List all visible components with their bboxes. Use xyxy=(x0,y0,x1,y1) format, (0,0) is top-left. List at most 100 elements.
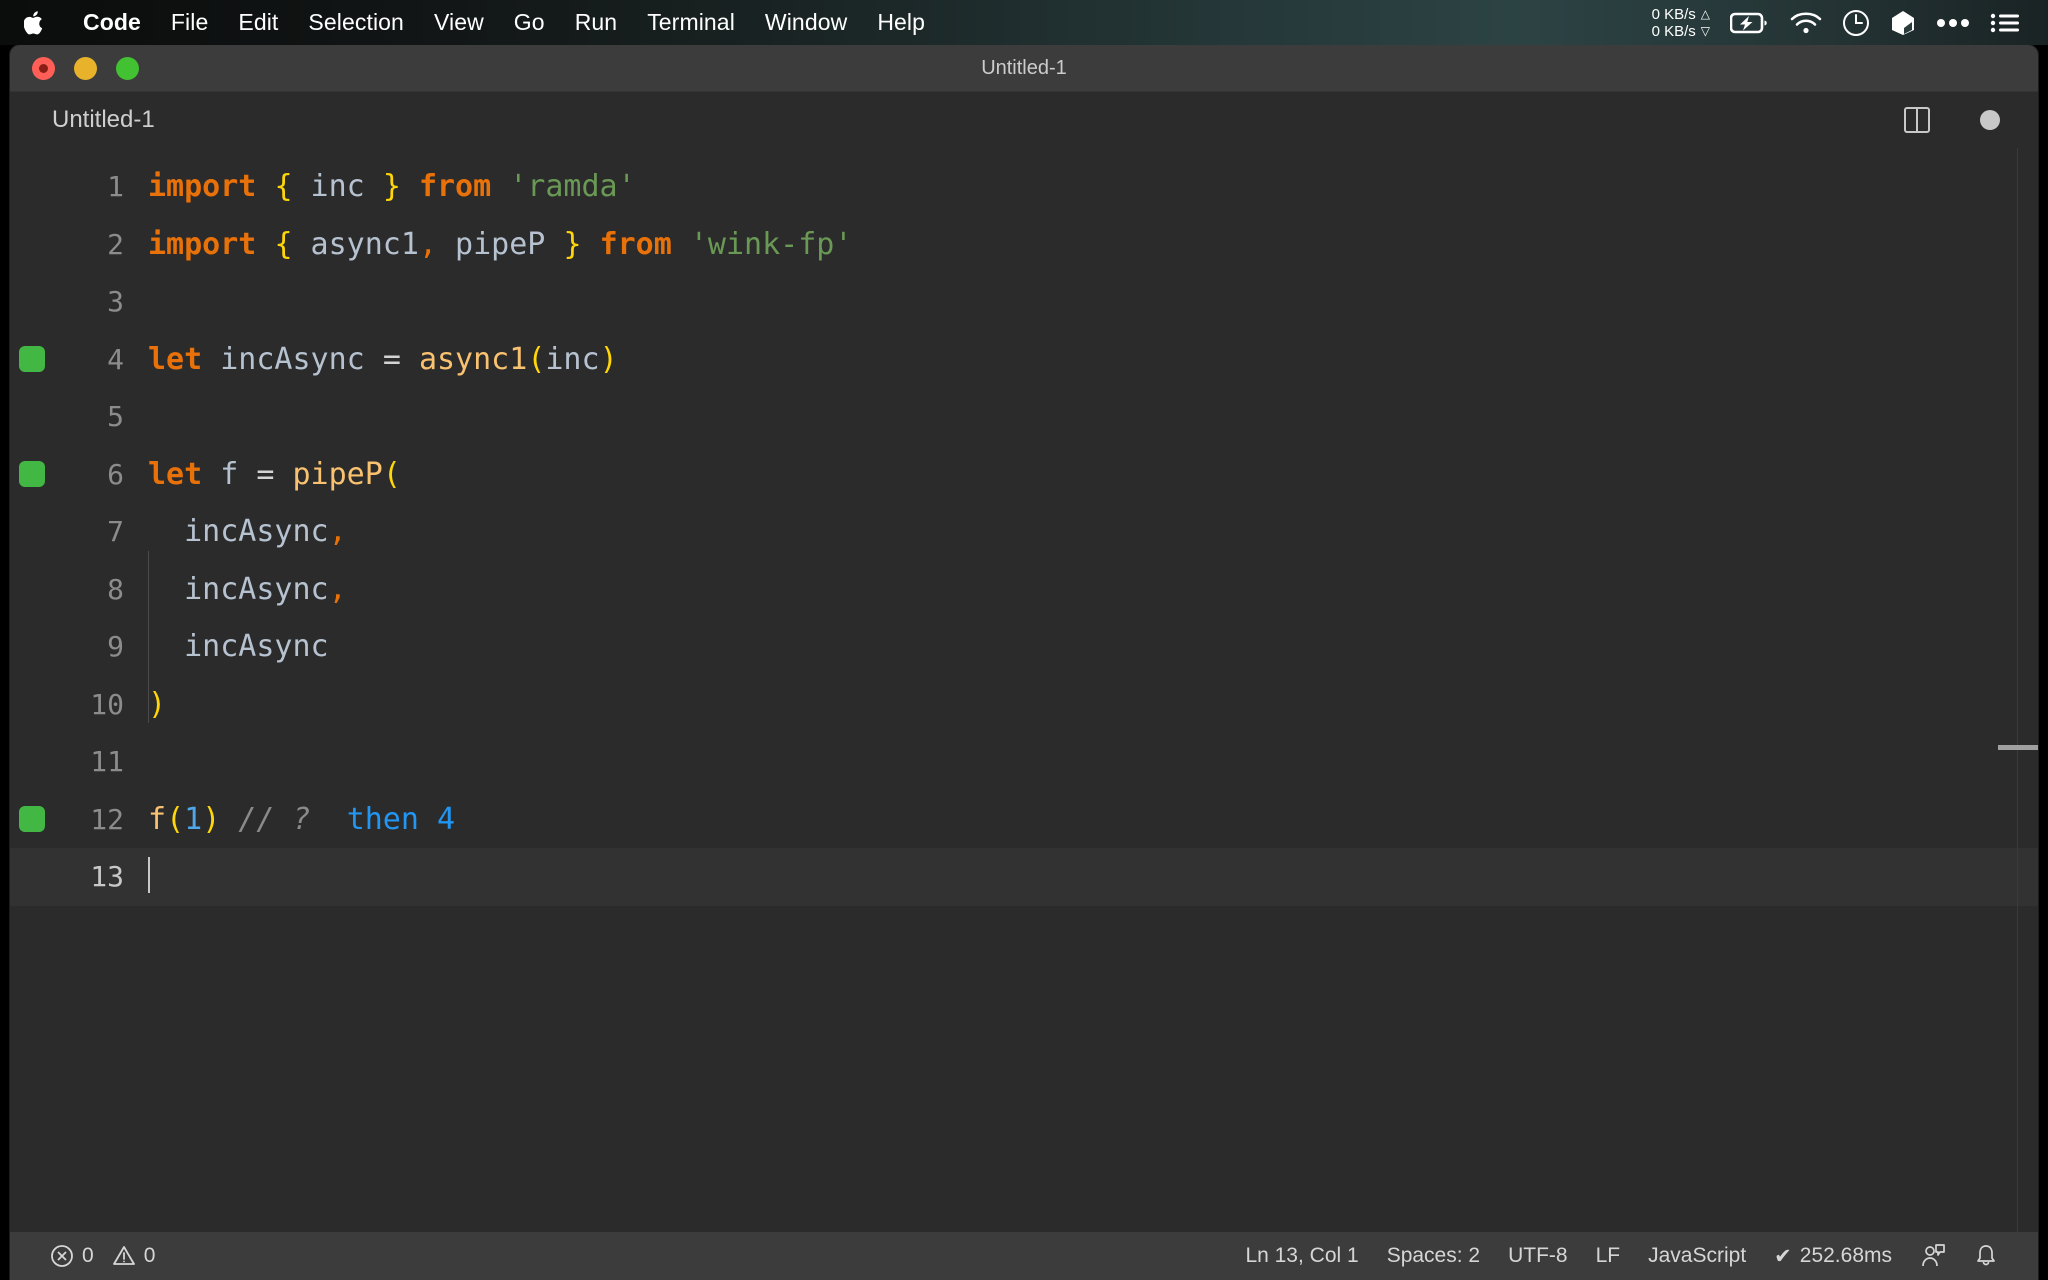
dropbox-icon[interactable] xyxy=(1890,9,1916,37)
apple-logo-icon[interactable] xyxy=(22,8,48,38)
upload-arrow-icon: △ xyxy=(1700,6,1710,21)
cursor-position-status[interactable]: Ln 13, Col 1 xyxy=(1231,1244,1372,1268)
line-content: let incAsync = async1(inc) xyxy=(142,342,618,377)
line-number: 2 xyxy=(107,227,124,261)
code-token: ) xyxy=(202,801,221,837)
unsaved-dot-icon[interactable] xyxy=(1980,110,2000,130)
menu-item-window[interactable]: Window xyxy=(750,0,862,45)
overview-ruler-cursor-mark[interactable] xyxy=(1998,745,2038,750)
line-content: incAsync, xyxy=(142,514,347,549)
code-line[interactable]: 11 xyxy=(10,733,2038,791)
line-number: 12 xyxy=(90,802,124,836)
status-bar-left: 0 0 xyxy=(36,1244,169,1268)
encoding-status[interactable]: UTF-8 xyxy=(1494,1244,1582,1268)
menu-item-selection[interactable]: Selection xyxy=(293,0,419,45)
run-check-icon: ✔ xyxy=(1774,1244,1792,1268)
code-token: , xyxy=(328,571,347,607)
code-token: inc xyxy=(545,341,600,377)
eol-status[interactable]: LF xyxy=(1582,1244,1635,1268)
quokka-run-status[interactable]: ✔ 252.68ms xyxy=(1760,1244,1906,1269)
line-content: incAsync, xyxy=(142,572,347,607)
code-token: // ? xyxy=(238,801,311,837)
run-time: 252.68ms xyxy=(1799,1244,1892,1267)
code-line[interactable]: 2 import { async1, pipeP } from 'wink-fp' xyxy=(10,216,2038,274)
language-mode-status[interactable]: JavaScript xyxy=(1634,1244,1760,1268)
network-speed-indicator[interactable]: 0 KB/s 0 KB/s △ ▽ xyxy=(1652,6,1710,40)
quokka-run-marker-icon[interactable] xyxy=(19,346,45,373)
code-line[interactable]: 5 xyxy=(10,388,2038,446)
code-line[interactable]: 13 xyxy=(10,848,2038,906)
line-content: let f = pipeP( xyxy=(142,457,401,492)
code-token: } xyxy=(382,169,401,205)
code-token: f xyxy=(148,801,167,837)
tab-label: Untitled-1 xyxy=(52,106,155,133)
code-line[interactable]: 4 let incAsync = async1(inc) xyxy=(10,331,2038,389)
battery-charging-icon[interactable] xyxy=(1730,11,1770,35)
menu-item-help[interactable]: Help xyxy=(862,0,940,45)
menu-item-run[interactable]: Run xyxy=(560,0,633,45)
line-number: 9 xyxy=(107,630,124,664)
problems-status[interactable]: 0 0 xyxy=(36,1244,169,1268)
line-content: ) xyxy=(142,687,166,722)
line-number: 3 xyxy=(107,285,124,319)
line-content: f(1) // ? then 4 xyxy=(142,802,455,837)
run-marker[interactable] xyxy=(10,806,54,833)
menu-item-code[interactable]: Code xyxy=(68,0,156,45)
menu-item-view[interactable]: View xyxy=(419,0,499,45)
run-marker[interactable] xyxy=(10,461,54,488)
code-token: incAsync xyxy=(148,514,329,550)
code-token: { xyxy=(274,226,293,262)
warning-count: 0 xyxy=(143,1244,156,1267)
notifications-bell-icon[interactable] xyxy=(1960,1243,2012,1269)
control-center-icon[interactable] xyxy=(1990,11,2020,35)
code-token: = xyxy=(256,456,275,492)
code-token: } xyxy=(563,226,582,262)
window-title: Untitled-1 xyxy=(981,56,1067,79)
quokka-run-marker-icon[interactable] xyxy=(19,461,45,488)
menu-item-edit[interactable]: Edit xyxy=(223,0,293,45)
download-speed: 0 KB/s xyxy=(1651,22,1696,40)
tab-untitled-1[interactable]: Untitled-1 xyxy=(10,92,179,148)
status-bar-right: Ln 13, Col 1 Spaces: 2 UTF-8 LF JavaScri… xyxy=(1231,1243,2012,1269)
menu-item-terminal[interactable]: Terminal xyxy=(632,0,750,45)
code-line[interactable]: 7 incAsync, xyxy=(10,503,2038,561)
code-token: = xyxy=(382,341,401,377)
code-line[interactable]: 3 xyxy=(10,273,2038,331)
feedback-person-icon[interactable] xyxy=(1906,1243,1960,1269)
code-token: pipeP xyxy=(437,226,564,262)
window-titlebar: Untitled-1 xyxy=(10,45,2038,92)
code-line[interactable]: 1 import { inc } from 'ramda' xyxy=(10,158,2038,216)
code-token: import xyxy=(148,226,257,262)
code-token: import xyxy=(148,169,257,205)
split-editor-icon[interactable] xyxy=(1904,107,1930,133)
code-token: from xyxy=(599,226,672,262)
code-line[interactable]: 10) xyxy=(10,676,2038,734)
code-token: from xyxy=(418,169,492,205)
line-content xyxy=(142,857,150,896)
run-marker[interactable] xyxy=(10,346,54,373)
quokka-run-marker-icon[interactable] xyxy=(19,806,45,833)
code-line[interactable]: 12 f(1) // ? then 4 xyxy=(10,791,2038,849)
menu-item-file[interactable]: File xyxy=(156,0,223,45)
clock-icon[interactable] xyxy=(1842,9,1870,37)
editor-tab-bar: Untitled-1 xyxy=(10,92,2038,148)
code-line[interactable]: 9 incAsync xyxy=(10,618,2038,676)
tab-bar-actions xyxy=(1904,107,2038,133)
indentation-status[interactable]: Spaces: 2 xyxy=(1373,1244,1494,1268)
code-line[interactable]: 8 incAsync, xyxy=(10,561,2038,619)
code-token: incAsync xyxy=(148,571,329,607)
menu-item-go[interactable]: Go xyxy=(499,0,560,45)
code-line[interactable]: 6 let f = pipeP( xyxy=(10,446,2038,504)
line-number: 13 xyxy=(90,860,124,894)
code-editor[interactable]: 1 import { inc } from 'ramda' 2 import { as… xyxy=(10,148,2038,1233)
code-token: let xyxy=(148,456,203,492)
line-content: import { inc } from 'ramda' xyxy=(142,169,636,204)
wifi-icon[interactable] xyxy=(1790,11,1822,35)
code-token: ( xyxy=(166,801,185,837)
more-dots-icon[interactable] xyxy=(1936,18,1970,28)
code-token: 'wink-fp' xyxy=(689,226,853,262)
